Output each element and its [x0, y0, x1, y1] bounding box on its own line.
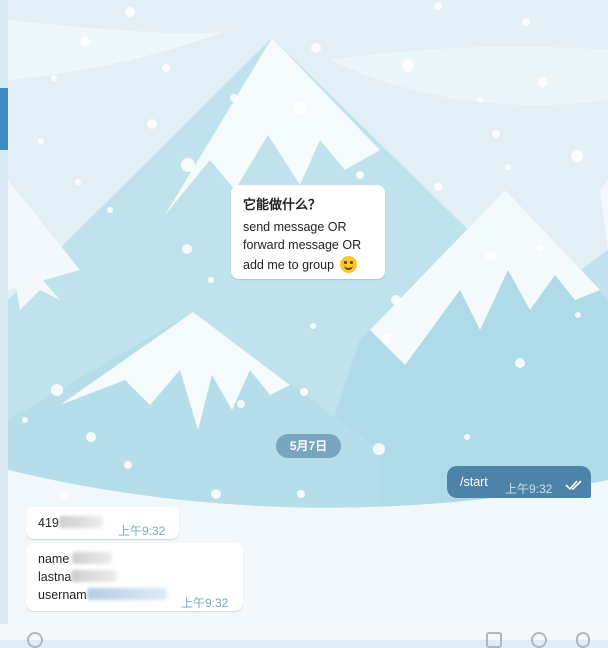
- redacted-text: [71, 570, 118, 582]
- smiling-face-emoji-icon: [339, 256, 357, 273]
- double-check-icon: [565, 480, 582, 491]
- bot-description-card: 它能做什么？ send message OR forward message O…: [231, 185, 385, 279]
- bot-description-line: send message OR: [243, 220, 347, 234]
- incoming-message[interactable]: 419 上午9:32: [26, 507, 179, 539]
- message-line: lastna: [38, 570, 118, 584]
- microphone-icon[interactable]: [576, 632, 590, 648]
- message-time: 上午9:32: [505, 482, 553, 496]
- redacted-text: [72, 552, 113, 564]
- field-label: usernam: [38, 588, 87, 602]
- message-text: /start: [460, 475, 488, 489]
- bot-description-line: add me to group: [243, 256, 357, 273]
- bot-description-line-text: add me to group: [243, 258, 335, 272]
- bot-description-line: forward message OR: [243, 238, 362, 252]
- message-composer[interactable]: [0, 624, 608, 640]
- message-time: 上午9:32: [181, 596, 229, 610]
- outgoing-message[interactable]: /start 上午9:32: [447, 466, 591, 498]
- field-label: lastna: [38, 570, 72, 584]
- message-text: 419: [38, 516, 103, 530]
- redacted-link[interactable]: [86, 588, 167, 600]
- emoji-icon[interactable]: [531, 632, 547, 648]
- field-label: name: [38, 552, 70, 566]
- message-line: name: [38, 552, 113, 566]
- redacted-text: [58, 516, 103, 528]
- attach-icon[interactable]: [27, 632, 43, 648]
- incoming-message[interactable]: name lastna usernam 上午9:32: [26, 543, 243, 611]
- sidebar-accent-bar: [0, 88, 8, 150]
- message-time: 上午9:32: [118, 524, 166, 538]
- bot-description-title: 它能做什么？: [243, 197, 322, 212]
- bot-commands-icon[interactable]: [486, 632, 502, 648]
- message-text-visible: 419: [38, 516, 59, 530]
- date-separator[interactable]: 5月7日: [276, 434, 341, 458]
- message-line: usernam: [38, 588, 167, 602]
